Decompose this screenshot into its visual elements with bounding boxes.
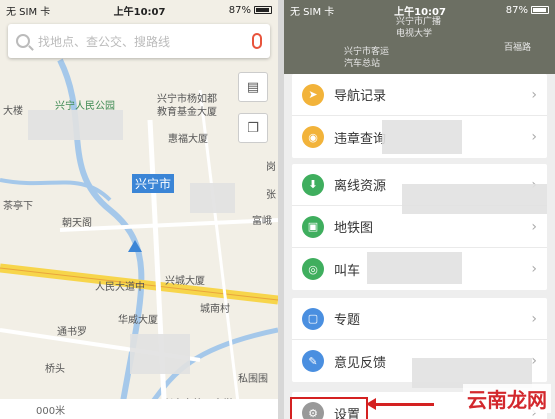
- map-screen: 无 SIM 卡 上午10:07 87% 找地点、查公交、搜路线 ▤ ❐ 兴宁人民…: [0, 0, 278, 419]
- carrier-label: 无 SIM 卡: [6, 6, 51, 18]
- menu-item-label: 导航记录: [334, 89, 387, 104]
- time-label: 上午10:07: [113, 6, 166, 18]
- map-label: 教育基金大厦: [157, 107, 217, 118]
- menu-item-label: 地铁图: [334, 221, 374, 236]
- map-label: 电视大学: [396, 29, 433, 39]
- map-label: 茶亭下: [3, 201, 33, 212]
- map-label: 大楼: [3, 106, 23, 117]
- map-label: 城南村: [200, 304, 230, 315]
- battery-icon: [531, 6, 549, 14]
- map-label: 富峨: [252, 216, 272, 227]
- menu-item-subway-map[interactable]: ▣ 地铁图 ›: [292, 206, 547, 248]
- chevron-right-icon: ›: [531, 353, 537, 369]
- search-icon: [16, 34, 30, 48]
- carrier-label: 无 SIM 卡: [290, 6, 335, 18]
- chevron-right-icon: ›: [531, 310, 537, 327]
- menu-screen: 兴宁市广播 电视大学 兴宁市客运 汽车总站 百福路 无 SIM 卡 上午10:0…: [284, 0, 555, 419]
- chevron-right-icon: ›: [531, 261, 537, 277]
- settings-highlight-annotation: [290, 397, 368, 419]
- map-label: 华威大厦: [118, 315, 158, 326]
- feedback-icon: ✎: [302, 350, 324, 372]
- map-label: 通书罗: [57, 327, 87, 338]
- battery-percent: 87%: [505, 4, 528, 16]
- site-watermark: 云南龙网: [463, 384, 551, 413]
- map-label: 惠福大厦: [168, 134, 208, 145]
- map-label: 桥头: [45, 364, 65, 375]
- traffic-toggle-button[interactable]: ▤: [238, 72, 268, 102]
- violation-query-icon: ◉: [302, 126, 324, 148]
- map-label: 汽车总站: [344, 59, 381, 69]
- map-label: 岗: [266, 162, 276, 173]
- layer-switch-button[interactable]: ❐: [238, 113, 268, 143]
- annotation-arrow: [366, 398, 434, 410]
- map-label: 兴城大厦: [165, 276, 205, 287]
- taxi-icon: ◎: [302, 258, 324, 280]
- map-label: 人民大道中: [95, 282, 145, 293]
- subway-map-icon: ▣: [302, 215, 324, 238]
- search-bar[interactable]: 找地点、查公交、搜路线: [8, 24, 270, 58]
- menu-item-feedback[interactable]: ✎ 意见反馈 ›: [292, 340, 547, 388]
- menu-item-topics[interactable]: ▢ 专题 ›: [292, 298, 547, 340]
- map-label: 朝天阁: [62, 218, 92, 229]
- menu-item-offline-resources[interactable]: ⬇ 离线资源 ›: [292, 164, 547, 214]
- navigation-history-icon: ➤: [302, 83, 324, 106]
- time-label: 上午10:07: [394, 6, 446, 18]
- search-input[interactable]: 找地点、查公交、搜路线: [38, 33, 252, 50]
- menu-item-taxi[interactable]: ◎ 叫车 ›: [292, 248, 547, 290]
- menu-group-records: ➤ 导航记录 › ◉ 违章查询 ›: [292, 74, 547, 158]
- chevron-right-icon: ›: [531, 86, 537, 103]
- menu-group-tools: ⬇ 离线资源 › ▣ 地铁图 › ◎ 叫车 ›: [292, 164, 547, 290]
- menu-group-more: ▢ 专题 › ✎ 意见反馈 ›: [292, 298, 547, 388]
- map-label-highlight: 兴宁市: [132, 174, 175, 193]
- battery-percent: 87%: [228, 4, 251, 16]
- microphone-icon[interactable]: [252, 33, 262, 49]
- menu-item-label: 专题: [334, 313, 361, 328]
- menu-item-violation-query[interactable]: ◉ 违章查询 ›: [292, 116, 547, 158]
- chevron-right-icon: ›: [531, 129, 537, 145]
- battery-icon: [254, 6, 272, 14]
- scale-label: 000米: [36, 405, 66, 417]
- status-bar: 无 SIM 卡 上午10:07 87%: [284, 0, 555, 20]
- status-bar: 无 SIM 卡 上午10:07 87%: [0, 0, 278, 20]
- topic-icon: ▢: [302, 307, 324, 330]
- chevron-right-icon: ›: [531, 218, 537, 235]
- scale-bar: 000米: [0, 399, 278, 419]
- map-label: 私围围: [238, 374, 268, 385]
- map-label: 张: [266, 190, 276, 201]
- offline-resource-icon: ⬇: [302, 173, 324, 196]
- menu-item-navigation-history[interactable]: ➤ 导航记录 ›: [292, 74, 547, 116]
- map-label: 百福路: [504, 43, 532, 53]
